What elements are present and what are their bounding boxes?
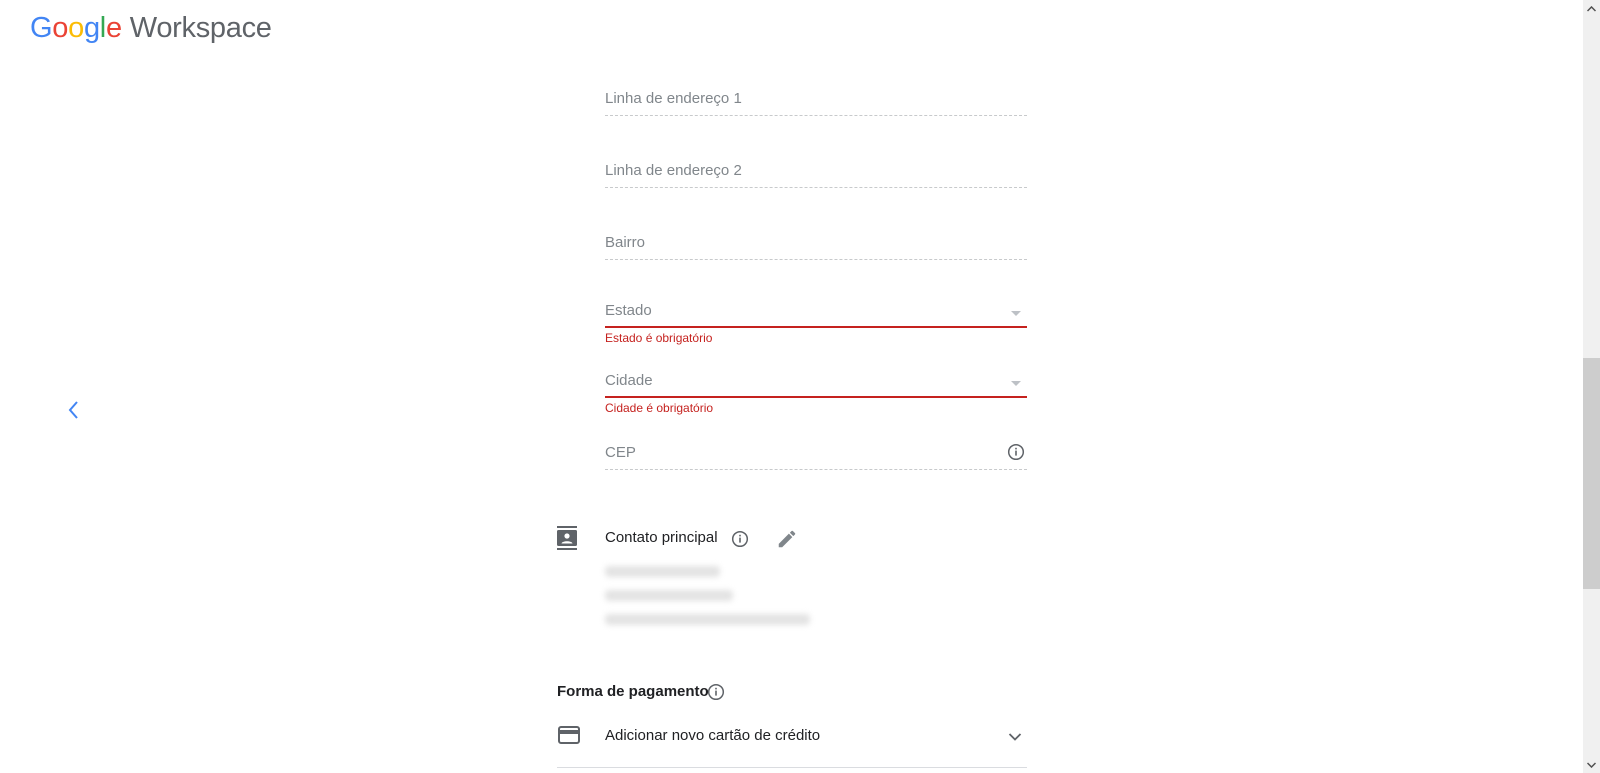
field-underline [605,187,1027,188]
neighborhood-field[interactable]: Bairro [605,230,1027,260]
address-line-2-label: Linha de endereço 2 [605,162,742,179]
contact-title: Contato principal [605,529,718,546]
chevron-down-icon [1587,761,1596,768]
pencil-icon[interactable] [776,528,798,555]
postal-code-label: CEP [605,444,636,461]
divider [557,767,1027,768]
chevron-down-icon[interactable] [1008,729,1022,747]
vertical-scrollbar[interactable] [1583,0,1600,773]
city-select[interactable]: Cidade [605,368,1027,398]
logo-letter: e [105,12,122,44]
info-icon[interactable] [1007,443,1025,461]
state-error-message: Estado é obrigatório [605,331,713,345]
city-error-message: Cidade é obrigatório [605,401,714,415]
scrollbar-thumb[interactable] [1583,358,1600,589]
back-button[interactable] [62,398,86,422]
logo-letter: g [83,12,100,44]
logo-letter: G [30,12,53,44]
google-workspace-logo[interactable]: G o o g l e Workspace [30,12,272,48]
logo-letter: o [68,12,84,44]
chevron-left-icon [68,401,78,419]
contact-name-redacted [605,566,720,577]
logo-product-name: Workspace [129,12,272,44]
field-underline [605,259,1027,260]
state-label: Estado [605,302,652,319]
address-line-1-label: Linha de endereço 1 [605,90,742,107]
info-icon[interactable] [707,683,725,706]
contact-email-redacted [605,614,810,625]
add-credit-card-label: Adicionar novo cartão de crédito [605,727,821,744]
contact-card-icon [557,526,577,557]
state-select[interactable]: Estado [605,298,1027,328]
scroll-up-button[interactable] [1583,0,1600,17]
postal-code-field[interactable]: CEP [605,440,1027,470]
dropdown-arrow-icon [1011,381,1021,386]
info-icon[interactable] [731,530,749,553]
address-line-1-field[interactable]: Linha de endereço 1 [605,86,1027,116]
city-label: Cidade [605,372,653,389]
field-underline [605,469,1027,470]
logo-letter: o [52,12,69,44]
field-underline-error [605,326,1027,328]
credit-card-icon [558,726,580,749]
field-underline [605,115,1027,116]
neighborhood-label: Bairro [605,234,646,251]
scroll-down-button[interactable] [1583,756,1600,773]
chevron-up-icon [1587,5,1596,12]
field-underline-error [605,396,1027,398]
contact-phone-redacted [605,590,733,601]
dropdown-arrow-icon [1011,311,1021,316]
address-line-2-field[interactable]: Linha de endereço 2 [605,158,1027,188]
payment-title: Forma de pagamento [557,683,709,700]
